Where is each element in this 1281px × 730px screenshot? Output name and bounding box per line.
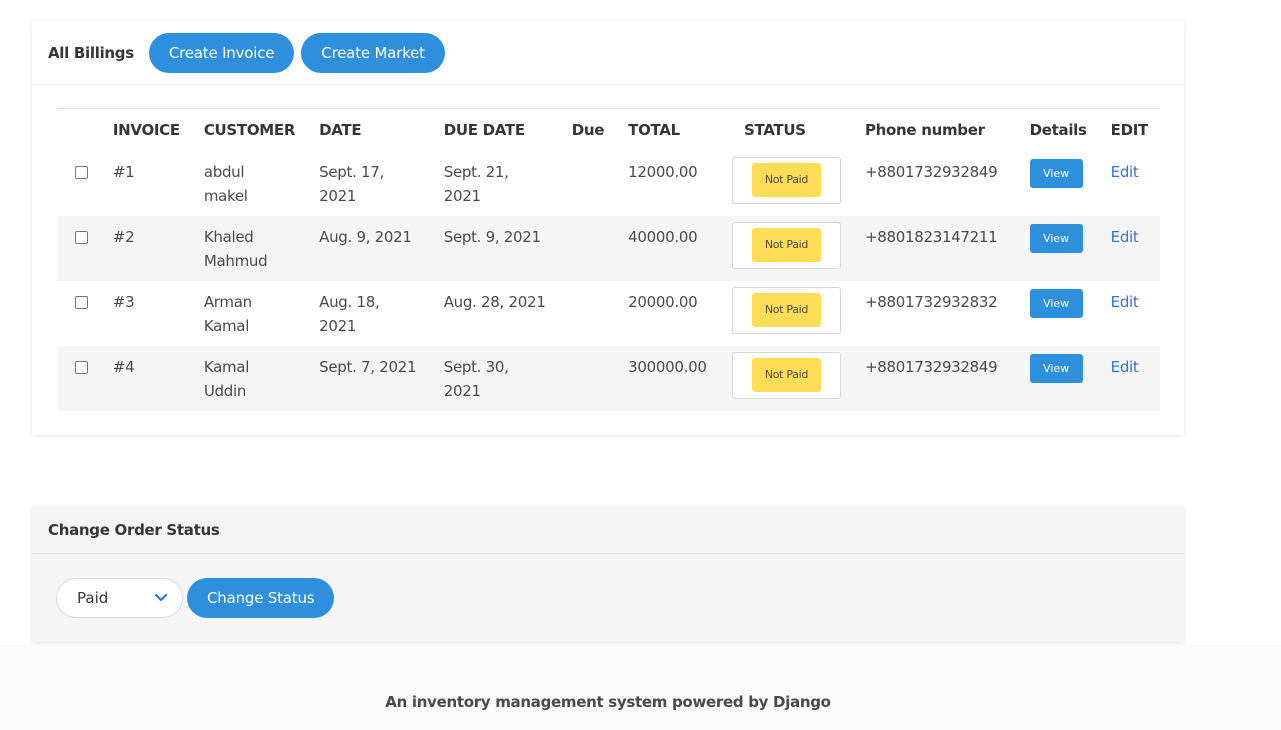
order-status-card: Change Order Status Paid Change Status xyxy=(32,506,1184,642)
order-status-header: Change Order Status xyxy=(32,506,1184,554)
col-invoice: INVOICE xyxy=(112,120,180,139)
customer-name: abdul makel xyxy=(203,162,248,205)
col-customer: CUSTOMER xyxy=(203,120,296,139)
invoice-due-date: Sept. 21, 2021 xyxy=(443,162,509,205)
invoice-due xyxy=(560,281,616,346)
table-row: #3 Arman Kamal Aug. 18, 2021 Aug. 28, 202… xyxy=(57,281,1160,346)
invoice-date: Aug. 9, 2021 xyxy=(307,215,432,281)
invoice-due xyxy=(559,345,617,411)
invoice-id: #4 xyxy=(100,345,192,411)
create-invoice-button[interactable]: Create Invoice xyxy=(148,32,295,73)
customer-phone: +8801732932849 xyxy=(852,345,1018,411)
table-row: #2 Khaled Mahmud Aug. 9, 2021 Sept. 9, 20… xyxy=(57,215,1160,281)
col-details: Details xyxy=(1029,120,1087,139)
customer-phone: +8801732932832 xyxy=(864,292,998,311)
invoice-id: #1 xyxy=(112,162,135,181)
order-status-title: Change Order Status xyxy=(48,520,220,539)
invoice-id: #3 xyxy=(112,292,135,311)
row-checkbox[interactable] xyxy=(75,230,88,244)
col-status: STATUS xyxy=(743,120,806,139)
status-badge: Not Paid xyxy=(751,293,822,327)
invoice-total: 40000.00 xyxy=(616,215,732,281)
customer-name: Kamal Uddin xyxy=(191,345,308,411)
view-button[interactable]: View xyxy=(1029,223,1083,253)
row-checkbox[interactable] xyxy=(75,165,88,179)
billing-card: All Billings Create Invoice Create Marke… xyxy=(32,21,1184,435)
row-checkbox[interactable] xyxy=(75,360,88,374)
customer-phone: +8801823147211 xyxy=(852,215,1018,281)
order-status-body: Paid Change Status xyxy=(32,554,1184,618)
col-due: Due xyxy=(571,120,605,139)
col-edit: EDIT xyxy=(1110,120,1149,139)
billing-table: INVOICE CUSTOMER DATE DUE DATE Due TOTAL… xyxy=(57,108,1160,411)
invoice-total: 20000.00 xyxy=(628,292,698,311)
table-row: #1 abdul makel Sept. 17, 2021 Sept. 21, 2… xyxy=(57,151,1160,216)
change-status-button[interactable]: Change Status xyxy=(187,578,335,618)
status-badge: Not Paid xyxy=(751,228,822,262)
table-row: #4 Kamal Uddin Sept. 7, 2021 Sept. 30, 20… xyxy=(57,345,1160,411)
invoice-due-date: Aug. 28, 2021 xyxy=(443,292,546,311)
status-box: Not Paid xyxy=(731,351,841,399)
customer-name: Khaled Mahmud xyxy=(191,215,308,281)
footer: An inventory management system powered b… xyxy=(0,644,1281,730)
status-box: Not Paid xyxy=(731,221,841,269)
view-button[interactable]: View xyxy=(1029,158,1083,188)
invoice-due xyxy=(559,215,617,281)
table-header-row: INVOICE CUSTOMER DATE DUE DATE Due TOTAL… xyxy=(57,109,1160,151)
invoice-id: #2 xyxy=(100,215,192,281)
invoice-total: 300000.00 xyxy=(616,345,732,411)
edit-link[interactable]: Edit xyxy=(1111,228,1139,246)
edit-link[interactable]: Edit xyxy=(1111,358,1139,376)
col-select xyxy=(57,109,101,151)
invoice-due-date: Sept. 9, 2021 xyxy=(431,215,560,281)
billing-table-wrap: INVOICE CUSTOMER DATE DUE DATE Due TOTAL… xyxy=(32,85,1184,411)
customer-phone: +8801732932849 xyxy=(864,162,998,181)
status-badge: Not Paid xyxy=(751,163,822,197)
customer-name: Arman Kamal xyxy=(203,292,252,335)
edit-link[interactable]: Edit xyxy=(1111,163,1139,181)
invoice-date: Sept. 17, 2021 xyxy=(319,162,384,205)
status-select-value: Paid xyxy=(77,589,109,607)
view-button[interactable]: View xyxy=(1029,288,1083,318)
billing-header: All Billings Create Invoice Create Marke… xyxy=(32,21,1184,85)
status-select[interactable]: Paid xyxy=(56,578,183,618)
invoice-date: Sept. 7, 2021 xyxy=(307,345,432,411)
create-market-button[interactable]: Create Market xyxy=(301,32,445,73)
col-total: TOTAL xyxy=(628,120,680,139)
status-badge: Not Paid xyxy=(751,358,822,392)
col-date: DATE xyxy=(319,120,362,139)
col-phone: Phone number xyxy=(864,120,985,139)
invoice-due-date: Sept. 30, 2021 xyxy=(431,345,560,411)
invoice-date: Aug. 18, 2021 xyxy=(319,292,380,335)
invoice-due xyxy=(560,151,616,216)
edit-link[interactable]: Edit xyxy=(1111,293,1139,311)
row-checkbox[interactable] xyxy=(75,295,88,309)
view-button[interactable]: View xyxy=(1029,353,1083,383)
footer-text: An inventory management system powered b… xyxy=(385,693,831,711)
invoice-total: 12000.00 xyxy=(628,162,698,181)
col-due-date: DUE DATE xyxy=(443,120,525,139)
billing-title: All Billings xyxy=(48,43,134,62)
chevron-down-icon xyxy=(154,593,168,602)
status-box: Not Paid xyxy=(731,286,841,334)
status-box: Not Paid xyxy=(731,156,841,204)
